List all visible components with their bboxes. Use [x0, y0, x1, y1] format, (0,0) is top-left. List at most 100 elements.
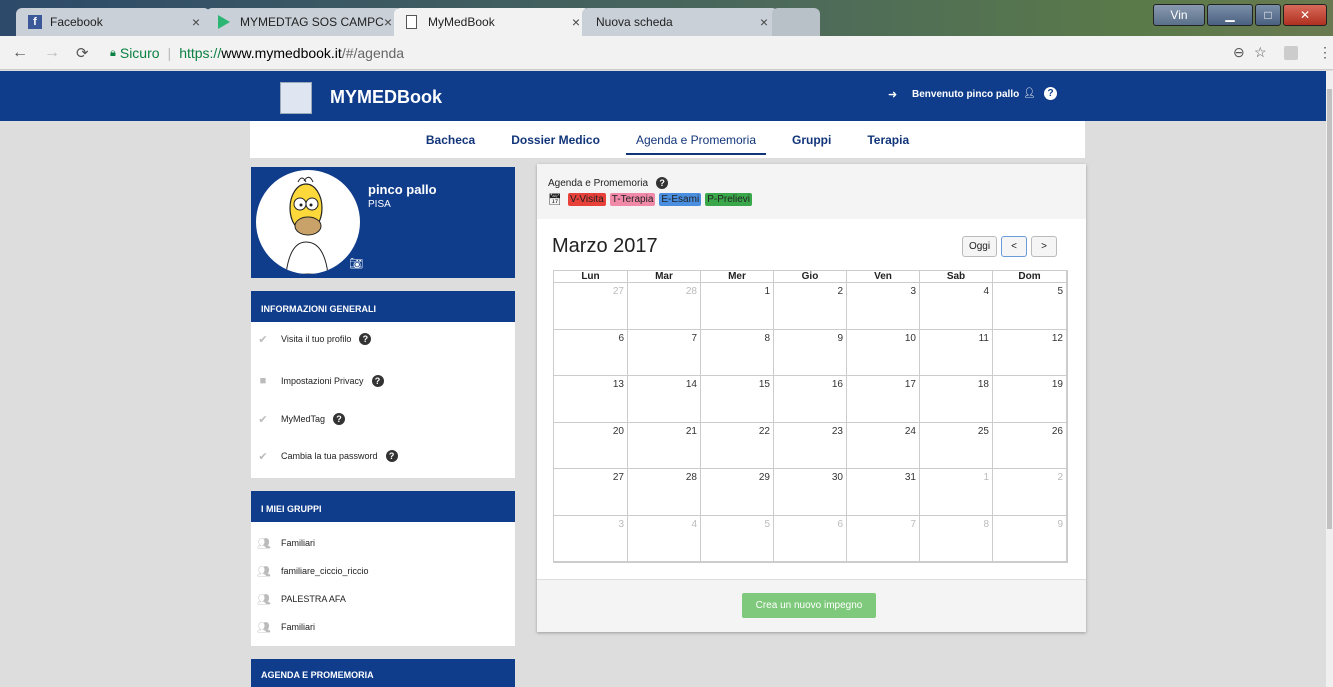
- day-cell[interactable]: 5: [993, 283, 1067, 330]
- day-cell[interactable]: 13: [554, 376, 628, 423]
- help-icon[interactable]: ?: [359, 333, 372, 345]
- help-icon[interactable]: ?: [333, 413, 346, 425]
- tab-facebook[interactable]: f Facebook ×: [16, 8, 210, 36]
- help-icon[interactable]: ?: [385, 450, 398, 462]
- day-cell[interactable]: 6: [774, 515, 847, 562]
- link-mymedtag[interactable]: ✔ MyMedTag ?: [257, 413, 346, 426]
- day-cell[interactable]: 23: [774, 422, 847, 469]
- day-cell[interactable]: 31: [847, 469, 920, 516]
- day-cell[interactable]: 14: [628, 376, 701, 423]
- close-tab-icon[interactable]: ×: [760, 14, 768, 30]
- minimize-button[interactable]: ▁: [1207, 4, 1253, 26]
- day-cell[interactable]: 11: [920, 329, 993, 376]
- day-cell[interactable]: 21: [628, 422, 701, 469]
- day-cell[interactable]: 1: [920, 469, 993, 516]
- logout-icon[interactable]: ➜: [888, 88, 897, 101]
- brand-title[interactable]: MYMEDBook: [330, 87, 442, 108]
- scrollbar-thumb[interactable]: [1327, 89, 1332, 529]
- tab-title: MyMedBook: [428, 15, 495, 29]
- day-cell[interactable]: 10: [847, 329, 920, 376]
- profile-name[interactable]: pinco pallo: [368, 182, 437, 197]
- day-cell[interactable]: 8: [701, 329, 774, 376]
- day-cell[interactable]: 25: [920, 422, 993, 469]
- page-scrollbar[interactable]: [1326, 71, 1333, 687]
- group-item[interactable]: 👥︎ PALESTRA AFA: [257, 593, 346, 606]
- day-cell[interactable]: 29: [701, 469, 774, 516]
- day-cell[interactable]: 22: [701, 422, 774, 469]
- group-label: PALESTRA AFA: [281, 594, 346, 604]
- day-cell[interactable]: 15: [701, 376, 774, 423]
- avatar[interactable]: [256, 170, 360, 274]
- close-tab-icon[interactable]: ×: [572, 14, 580, 30]
- day-cell[interactable]: 17: [847, 376, 920, 423]
- day-cell[interactable]: 1: [701, 283, 774, 330]
- day-cell[interactable]: 26: [993, 422, 1067, 469]
- day-cell[interactable]: 18: [920, 376, 993, 423]
- reload-icon[interactable]: ⟳: [76, 44, 89, 62]
- help-icon[interactable]: ?: [371, 375, 384, 387]
- day-cell[interactable]: 2: [774, 283, 847, 330]
- facebook-icon: f: [28, 15, 42, 29]
- bookmark-star-icon[interactable]: ☆: [1254, 44, 1267, 61]
- day-cell[interactable]: 28: [628, 283, 701, 330]
- close-window-button[interactable]: ✕: [1283, 4, 1327, 26]
- day-cell[interactable]: 6: [554, 329, 628, 376]
- today-button[interactable]: Oggi: [962, 236, 997, 257]
- day-cell[interactable]: 19: [993, 376, 1067, 423]
- forward-arrow-icon[interactable]: →: [44, 44, 60, 62]
- agenda-panel-title: AGENDA E PROMEMORIA: [261, 670, 374, 680]
- user-badge[interactable]: Vin: [1153, 4, 1205, 26]
- day-cell[interactable]: 27: [554, 469, 628, 516]
- link-password[interactable]: ✔ Cambia la tua password ?: [257, 450, 398, 463]
- menu-dossier-medico[interactable]: Dossier Medico: [493, 121, 618, 158]
- link-visita-profilo[interactable]: ✔ Visita il tuo profilo ?: [257, 333, 372, 346]
- menu-agenda[interactable]: Agenda e Promemoria: [618, 121, 774, 158]
- day-cell[interactable]: 16: [774, 376, 847, 423]
- day-cell[interactable]: 7: [628, 329, 701, 376]
- zoom-icon[interactable]: ⊖: [1233, 44, 1245, 61]
- tab-mymedtag[interactable]: MYMEDTAG SOS CAMPC ×: [206, 8, 402, 36]
- close-tab-icon[interactable]: ×: [192, 14, 200, 30]
- day-cell[interactable]: 20: [554, 422, 628, 469]
- group-item[interactable]: 👥︎ familiare_ciccio_riccio: [257, 565, 369, 578]
- new-tab-button[interactable]: [772, 8, 820, 36]
- day-cell[interactable]: 30: [774, 469, 847, 516]
- url-prefix: https://: [179, 45, 222, 61]
- day-cell[interactable]: 9: [774, 329, 847, 376]
- camera-icon[interactable]: 📷︎: [349, 257, 363, 270]
- menu-terapia[interactable]: Terapia: [849, 121, 927, 158]
- day-cell[interactable]: 5: [701, 515, 774, 562]
- day-cell[interactable]: 12: [993, 329, 1067, 376]
- maximize-button[interactable]: □: [1255, 4, 1281, 26]
- menu-dots-icon[interactable]: ⋮: [1318, 44, 1332, 61]
- day-cell[interactable]: 28: [628, 469, 701, 516]
- close-tab-icon[interactable]: ×: [384, 14, 392, 30]
- group-item[interactable]: 👥︎ Familiari: [257, 621, 315, 634]
- prev-month-button[interactable]: <: [1001, 236, 1027, 257]
- day-cell[interactable]: 9: [993, 515, 1067, 562]
- pdf-extension-icon[interactable]: [1284, 46, 1298, 60]
- group-item[interactable]: 👥︎ Familiari: [257, 537, 315, 550]
- day-cell[interactable]: 7: [847, 515, 920, 562]
- help-icon[interactable]: ?: [656, 177, 669, 189]
- logo-icon[interactable]: [280, 82, 312, 114]
- day-cell[interactable]: 24: [847, 422, 920, 469]
- url-input[interactable]: 🔒︎ Sicuro | https:// www.mymedbook.it /#…: [104, 41, 1254, 65]
- tab-nuova-scheda[interactable]: Nuova scheda ×: [582, 8, 778, 36]
- menu-bacheca[interactable]: Bacheca: [408, 121, 493, 158]
- new-appointment-button[interactable]: Crea un nuovo impegno: [742, 593, 876, 618]
- day-cell[interactable]: 4: [628, 515, 701, 562]
- menu-gruppi[interactable]: Gruppi: [774, 121, 849, 158]
- day-cell[interactable]: 27: [554, 283, 628, 330]
- next-month-button[interactable]: >: [1031, 236, 1057, 257]
- help-icon[interactable]: ?: [1044, 87, 1057, 100]
- tab-mymedbook[interactable]: MyMedBook ×: [394, 8, 590, 36]
- back-arrow-icon[interactable]: ←: [12, 44, 28, 62]
- welcome-text[interactable]: Benvenuto pinco pallo: [912, 89, 1019, 100]
- day-cell[interactable]: 8: [920, 515, 993, 562]
- day-cell[interactable]: 2: [993, 469, 1067, 516]
- link-privacy[interactable]: ■ Impostazioni Privacy ?: [257, 375, 384, 387]
- day-cell[interactable]: 3: [554, 515, 628, 562]
- day-cell[interactable]: 4: [920, 283, 993, 330]
- day-cell[interactable]: 3: [847, 283, 920, 330]
